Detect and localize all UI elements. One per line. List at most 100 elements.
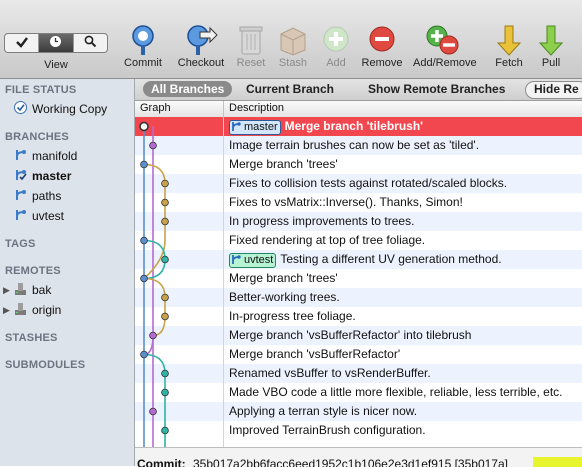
commit-node[interactable] [161, 369, 169, 378]
commit-message: Merge branch 'vsBufferRefactor' into til… [229, 328, 472, 342]
sidebar-item-origin[interactable]: origin [14, 301, 61, 319]
commit-node[interactable] [139, 121, 149, 132]
commit-message: Image terrain brushes can now be set as … [229, 138, 480, 152]
commit-description: Made VBO code a little more flexible, re… [229, 385, 562, 399]
sidebar: FILE STATUS Working Copy BRANCHES manifo… [0, 79, 135, 466]
commit-message: In-progress tree foliage. [229, 309, 356, 323]
commit-description: Fixed rendering at top of tree foliage. [229, 233, 425, 247]
remove-button[interactable]: Remove [353, 24, 411, 69]
add-remove-button[interactable]: Add/Remove [413, 24, 477, 69]
graph-lane-vsbuffer [143, 353, 166, 447]
sidebar-item-bak[interactable]: bak [14, 281, 51, 299]
clock-icon [49, 35, 62, 51]
sidebar-item-label: manifold [32, 149, 78, 163]
commit-node[interactable] [161, 179, 169, 188]
commit-message: Applying a terran style is nicer now. [229, 404, 418, 418]
commit-description: Fixes to collision tests against rotated… [229, 176, 507, 190]
commit-message: In progress improvements to trees. [229, 214, 415, 228]
commit-node[interactable] [161, 426, 169, 435]
sidebar-item-uvtest[interactable]: uvtest [14, 207, 64, 225]
commit-node[interactable] [161, 198, 169, 207]
remotes-header: REMOTES [5, 265, 61, 277]
commit-message: Merge branch 'vsBufferRefactor' [229, 347, 401, 361]
commit-message: Made VBO code a little more flexible, re… [229, 385, 563, 399]
view-file-status-segment[interactable] [5, 34, 40, 52]
sidebar-item-working-copy[interactable]: Working Copy [14, 100, 107, 118]
commit-message: Renamed vsBuffer to vsRenderBuffer. [229, 366, 431, 380]
commit-message: Merge branch 'tilebrush' [284, 119, 424, 133]
commit-node[interactable] [149, 407, 157, 416]
commit-node[interactable] [149, 141, 157, 150]
server-icon [14, 302, 32, 319]
stashes-header: STASHES [5, 332, 58, 344]
column-divider[interactable] [223, 101, 224, 117]
column-divider [223, 117, 224, 447]
sidebar-item-manifold[interactable]: manifold [14, 147, 77, 165]
submodules-header: SUBMODULES [5, 359, 86, 371]
branch-filter-bar: All Branches Current Branch Show Remote … [135, 79, 582, 101]
commit-description: Merge branch 'trees' [229, 157, 338, 171]
sidebar-item-label: paths [32, 189, 62, 203]
pull-button[interactable]: Pull [522, 24, 580, 69]
branch-icon [232, 122, 241, 131]
commit-message: Merge branch 'trees' [229, 271, 338, 285]
branches-header: BRANCHES [5, 131, 69, 143]
branch-tag[interactable]: master [229, 120, 281, 135]
sidebar-item-paths[interactable]: paths [14, 187, 61, 205]
checkmark-icon [15, 36, 29, 51]
commit-node[interactable] [140, 350, 148, 359]
file-status-header: FILE STATUS [5, 84, 77, 96]
commit-description: In progress improvements to trees. [229, 214, 414, 228]
branch-icon [14, 188, 32, 205]
commit-description: Improved TerrainBrush configuration. [229, 423, 426, 437]
commit-description: Better-working trees. [229, 290, 340, 304]
sidebar-item-label: master [32, 169, 72, 183]
toolbar: View Commit Checkout Reset Stash Add Rem [0, 0, 582, 79]
add-remove-icon [413, 24, 471, 56]
commit-message: Fixed rendering at top of tree foliage. [229, 233, 426, 247]
search-icon [84, 35, 97, 51]
commit-node[interactable] [149, 331, 157, 340]
branch-icon [232, 255, 241, 264]
description-column-header[interactable]: Description [229, 102, 284, 114]
commit-log-list[interactable]: master Merge branch 'tilebrush' Image terr… [135, 117, 582, 447]
sidebar-item-master[interactable]: master [14, 167, 71, 185]
commit-node[interactable] [140, 160, 148, 169]
branch-tag[interactable]: uvtest [229, 253, 277, 268]
disclosure-triangle-icon[interactable]: ▶ [3, 285, 10, 296]
commit-node[interactable] [140, 236, 148, 245]
commit-description: Applying a terran style is nicer now. [229, 404, 417, 418]
tags-header: TAGS [5, 238, 36, 250]
hide-remote-branches-button[interactable]: Hide Re [525, 81, 582, 99]
view-log-segment[interactable] [39, 34, 74, 52]
sidebar-item-label: uvtest [32, 209, 65, 223]
graph-column-header[interactable]: Graph [140, 102, 171, 114]
commit-node[interactable] [140, 274, 148, 283]
commit-graph [139, 121, 169, 447]
commit-message: Merge branch 'trees' [229, 157, 338, 171]
graph-lane-trees-2 [143, 277, 166, 337]
sidebar-item-label: Working Copy [32, 102, 108, 116]
log-table-header: Graph Description [135, 101, 582, 118]
show-remote-branches-button[interactable]: Show Remote Branches [360, 81, 513, 97]
commit-icon [114, 24, 172, 56]
commit-node[interactable] [161, 388, 169, 397]
commit-message: Improved TerrainBrush configuration. [229, 423, 426, 437]
current-branch-button[interactable]: Current Branch [238, 81, 342, 97]
commit-description: Merge branch 'vsBufferRefactor' [229, 347, 400, 361]
commit-node[interactable] [161, 293, 169, 302]
commit-description: Merge branch 'trees' [229, 271, 338, 285]
commit-button[interactable]: Commit [114, 24, 172, 69]
commit-message: Fixes to collision tests against rotated… [229, 176, 508, 190]
view-label: View [44, 59, 68, 71]
all-branches-button[interactable]: All Branches [143, 81, 233, 97]
sidebar-item-label: bak [32, 283, 52, 297]
view-segmented-control[interactable] [4, 33, 108, 53]
view-search-segment[interactable] [74, 34, 107, 52]
commit-node[interactable] [161, 255, 169, 264]
disclosure-triangle-icon[interactable]: ▶ [3, 305, 10, 316]
commit-node[interactable] [161, 312, 169, 321]
commit-description: uvtest Testing a different UV generation … [229, 252, 502, 268]
sidebar-item-label: origin [32, 303, 62, 317]
commit-node[interactable] [161, 217, 169, 226]
